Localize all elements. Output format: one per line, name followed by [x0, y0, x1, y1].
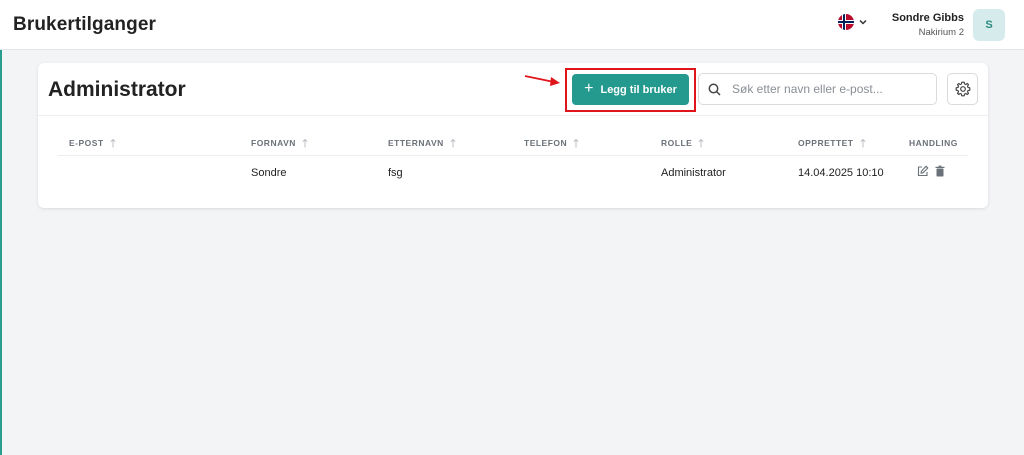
card-divider — [38, 115, 988, 116]
trash-icon[interactable] — [934, 165, 946, 177]
user-name: Sondre Gibbs — [891, 12, 964, 24]
column-header-phone[interactable]: TELEFON — [524, 138, 579, 148]
row-actions — [917, 165, 946, 177]
sort-arrow-icon — [573, 138, 579, 147]
annotation-arrow-icon — [524, 75, 560, 86]
gear-icon — [955, 81, 970, 97]
search-box[interactable] — [698, 73, 937, 105]
cell-first-name: Sondre — [251, 167, 287, 179]
left-edge-accent — [0, 50, 2, 455]
column-header-first-name[interactable]: FORNAVN — [251, 138, 308, 148]
table-header-divider — [58, 155, 968, 156]
sort-arrow-icon — [110, 138, 116, 147]
column-header-label: HANDLING — [909, 138, 958, 148]
cell-last-name: fsg — [388, 167, 403, 179]
add-user-label: Legg til bruker — [600, 83, 677, 96]
column-header-label: ROLLE — [661, 138, 693, 148]
sort-arrow-icon — [698, 138, 704, 147]
search-icon — [708, 83, 721, 96]
column-header-role[interactable]: ROLLE — [661, 138, 704, 148]
user-organization: Nakirium 2 — [918, 27, 964, 38]
column-header-email[interactable]: E-POST — [69, 138, 116, 148]
plus-icon: + — [584, 80, 594, 97]
column-header-action: HANDLING — [909, 138, 958, 148]
column-header-label: TELEFON — [524, 138, 568, 148]
sort-arrow-icon — [450, 138, 456, 147]
column-header-label: ETTERNAVN — [388, 138, 444, 148]
column-header-last-name[interactable]: ETTERNAVN — [388, 138, 456, 148]
top-bar: Brukertilganger Sondre Gibbs Nakirium 2 … — [0, 0, 1024, 50]
column-header-created[interactable]: OPPRETTET — [798, 138, 866, 148]
sort-arrow-icon — [302, 138, 308, 147]
user-info[interactable]: Sondre Gibbs Nakirium 2 — [892, 12, 964, 38]
language-selector[interactable] — [838, 14, 868, 30]
cell-created: 14.04.2025 10:10 — [798, 167, 884, 179]
section-title: Administrator — [48, 78, 186, 101]
chevron-down-icon — [859, 19, 867, 25]
column-header-label: E-POST — [69, 138, 104, 148]
norway-flag-icon — [838, 14, 854, 30]
avatar[interactable]: S — [973, 9, 1005, 41]
cell-role: Administrator — [661, 167, 726, 179]
add-user-button[interactable]: + Legg til bruker — [572, 74, 689, 105]
search-input[interactable] — [732, 82, 932, 96]
administrator-card: Administrator + Legg til bruker E-POST F… — [38, 63, 988, 208]
edit-icon[interactable] — [917, 165, 929, 177]
page-title: Brukertilganger — [13, 14, 156, 35]
settings-button[interactable] — [947, 73, 978, 105]
column-header-label: OPPRETTET — [798, 138, 854, 148]
column-header-label: FORNAVN — [251, 138, 296, 148]
sort-arrow-icon — [859, 138, 866, 147]
